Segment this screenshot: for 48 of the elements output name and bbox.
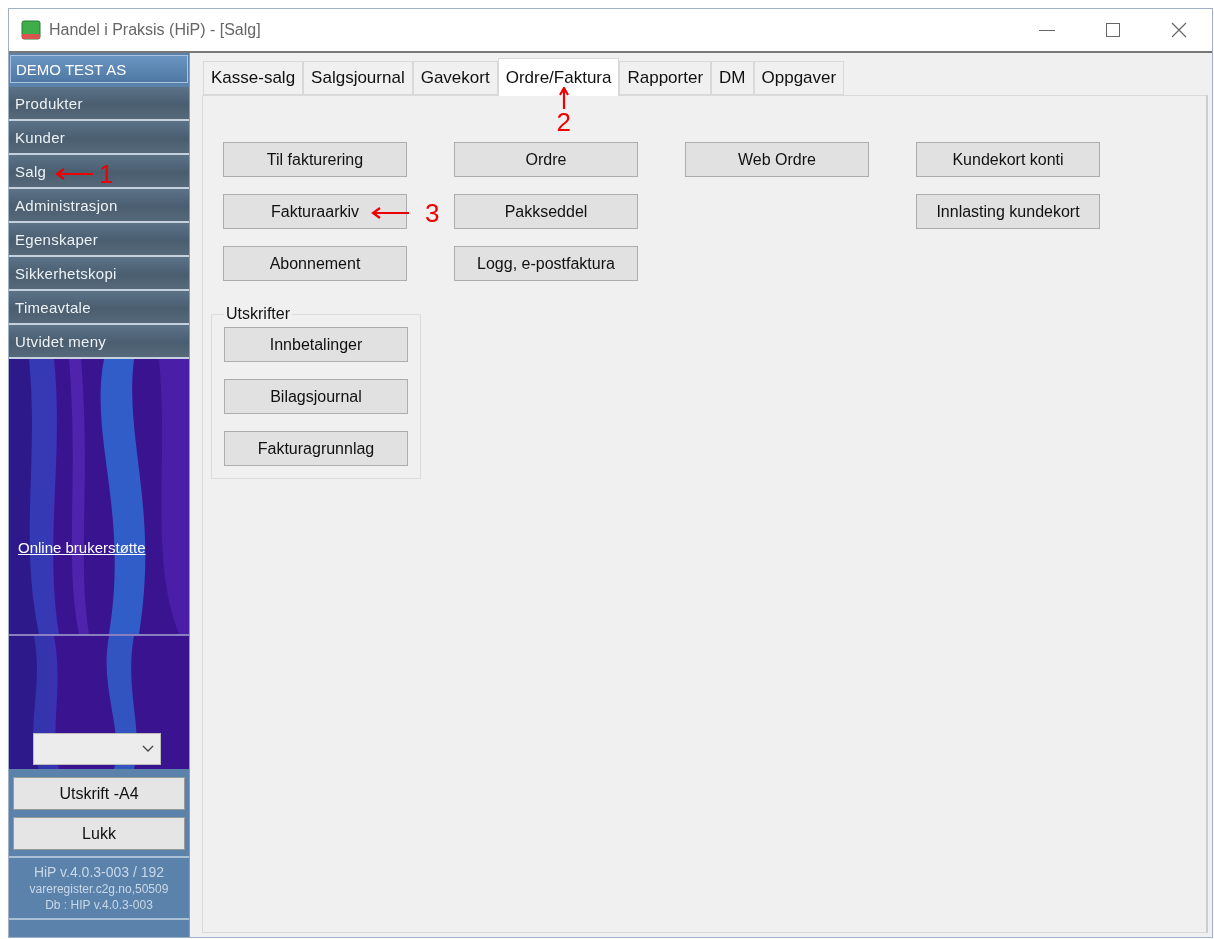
tab[interactable]: Salgsjournal [303,61,413,95]
annotation-number: 1 [99,161,114,187]
minimize-icon [1039,29,1055,31]
tab[interactable]: Oppgaver [753,61,845,95]
support-link[interactable]: Online brukerstøtte [18,539,146,556]
chevron-down-icon [142,745,154,753]
action-button[interactable]: Ordre [454,142,638,177]
action-button[interactable]: Fakturaarkiv [223,194,407,229]
tab[interactable]: Kasse-salg [203,61,304,95]
version-text: Db : HIP v.4.0.3-003 [45,898,153,912]
version-text: vareregister.c2g.no,50509 [29,882,169,896]
sidebar-item[interactable]: Administrasjon [9,189,189,223]
print-button[interactable]: Fakturagrunnlag [224,431,408,466]
app-icon [21,20,41,40]
sidebar-item[interactable]: Egenskaper [9,223,189,257]
maximize-icon [1106,23,1120,37]
sidebar-item[interactable]: Kunder [9,121,189,155]
tab[interactable]: DM [711,61,754,95]
tab[interactable]: Gavekort [412,61,498,95]
annotation-number: 2 [556,109,572,135]
action-button[interactable]: Til fakturering [223,142,407,177]
print-button[interactable]: Innbetalinger [224,327,408,362]
sidebar-item[interactable]: Produkter [9,87,189,121]
print-button[interactable]: Bilagsjournal [224,379,408,414]
arrow-icon [371,207,409,219]
group-title: Utskrifter [225,305,291,323]
tab[interactable]: Ordre/Faktura [497,58,620,96]
arrow-icon [55,168,93,180]
action-button[interactable]: Abonnement [223,246,407,281]
window-title: Handel i Praksis (HiP) - [Salg] [49,21,262,39]
close-icon [1171,22,1187,38]
action-button[interactable]: Logg, e-postfaktura [454,246,638,281]
version-text: HiP v.4.0.3-003 / 192 [33,864,165,880]
annotation-number: 3 [425,200,440,226]
action-button[interactable]: Pakkseddel [454,194,638,229]
action-button[interactable]: Web Ordre [685,142,869,177]
action-button[interactable]: Kundekort konti [916,142,1100,177]
dropdown[interactable] [33,733,161,765]
sidebar-item[interactable]: Timeavtale [9,291,189,325]
arrow-icon [558,87,569,109]
sidebar-item[interactable]: Salg 1 [9,155,189,189]
sidebar-item[interactable]: Utvidet meny [9,325,189,359]
sidebar-button[interactable]: Lukk [13,817,185,850]
action-button[interactable]: Innlasting kundekort [916,194,1100,229]
sidebar-item[interactable]: Sikkerhetskopi [9,257,189,291]
tab[interactable]: Rapporter [619,61,712,95]
sidebar-button[interactable]: Utskrift -A4 [13,777,185,810]
company-name: DEMO TEST AS [10,55,188,83]
